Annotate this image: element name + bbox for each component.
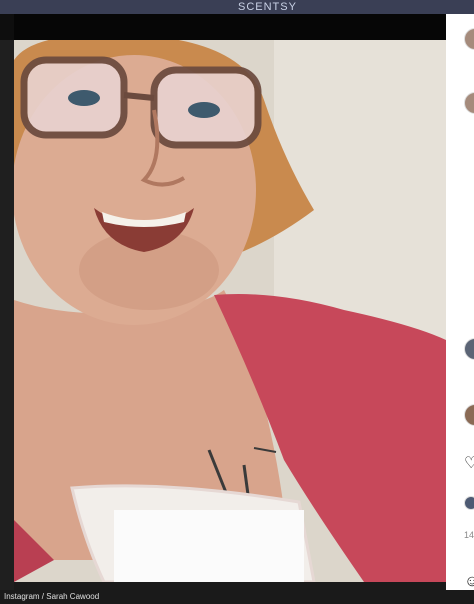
top-ad-strip: SCENTSY bbox=[0, 0, 474, 40]
post-top-bar bbox=[14, 14, 446, 40]
post-photo[interactable] bbox=[14, 40, 446, 582]
left-margin bbox=[0, 40, 14, 590]
like-heart-icon[interactable]: ♡ bbox=[464, 456, 474, 472]
commenter-avatar[interactable] bbox=[464, 404, 474, 426]
selfie-illustration bbox=[14, 40, 446, 582]
photo-credit: Instagram / Sarah Cawood bbox=[4, 592, 100, 601]
caption-bar: Instagram / Sarah Cawood bbox=[0, 590, 474, 604]
ad-background bbox=[0, 0, 474, 14]
commenter-avatar[interactable] bbox=[464, 92, 474, 114]
smiley-icon[interactable]: ☺ bbox=[464, 574, 474, 590]
comment-count: 14 bbox=[464, 530, 474, 540]
post-sidebar: ♡ 14 ☺ bbox=[446, 14, 474, 592]
commenter-avatar[interactable] bbox=[464, 28, 474, 50]
brand-logo: SCENTSY bbox=[238, 1, 297, 13]
liker-avatar[interactable] bbox=[464, 496, 474, 510]
commenter-avatar[interactable] bbox=[464, 338, 474, 360]
